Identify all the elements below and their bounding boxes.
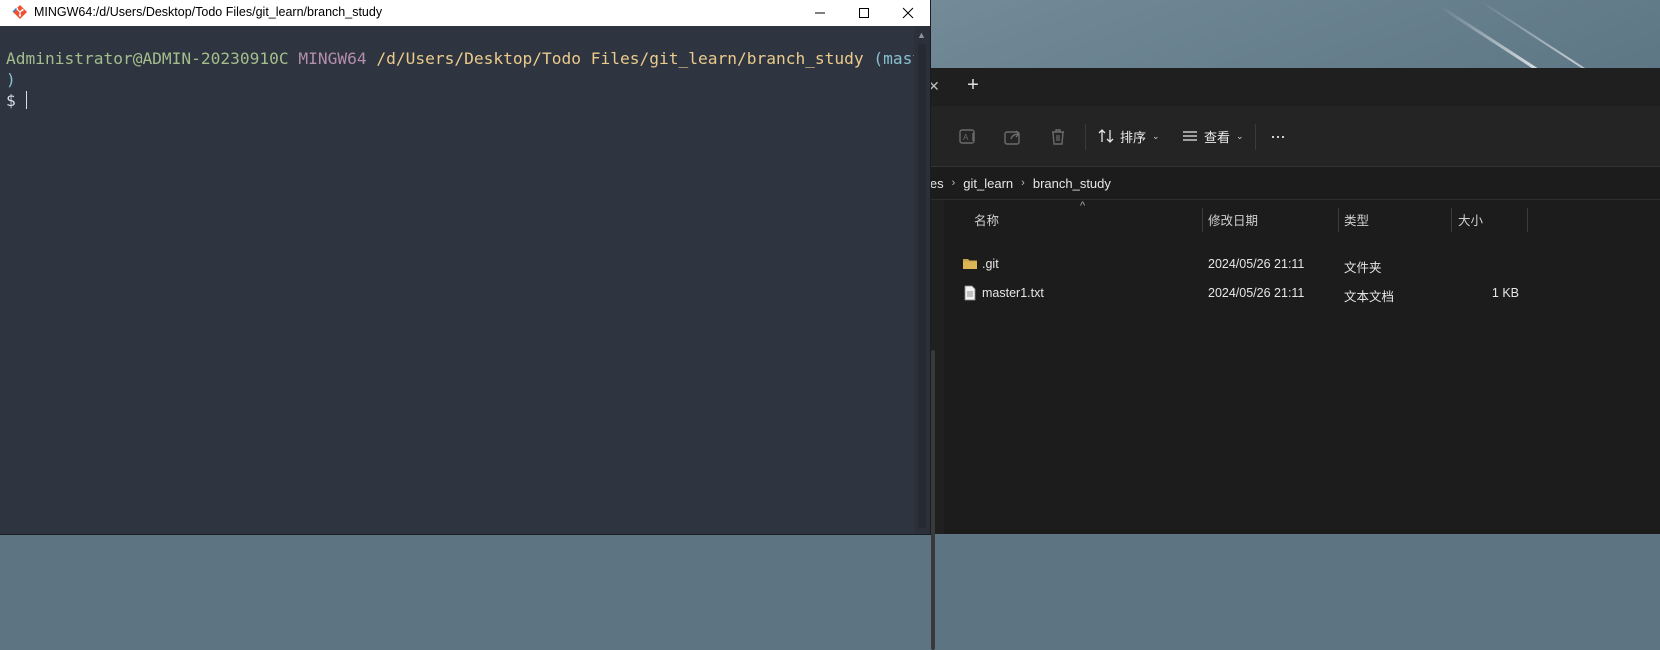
column-header-modified[interactable]: 修改日期 (1208, 200, 1258, 238)
explorer-tab-bar: ✕ + (928, 68, 1660, 106)
prompt-user-host: Administrator@ADMIN-20230910C (6, 49, 289, 68)
svg-text:A: A (963, 133, 969, 142)
file-type: 文本文档 (1344, 290, 1395, 304)
sort-arrows-icon (1098, 129, 1114, 143)
input-line[interactable]: $ (6, 90, 27, 111)
view-list-icon (1183, 131, 1197, 141)
sort-button[interactable]: 排序 ⌄ (1098, 122, 1160, 150)
file-name: .git (982, 257, 999, 271)
chevron-down-icon: ⌄ (1152, 130, 1160, 141)
terminal-scrollbar[interactable]: ▲ (914, 26, 930, 534)
rename-icon[interactable]: A (957, 126, 979, 148)
file-name: master1.txt (982, 286, 1044, 300)
column-header-size[interactable]: 大小 (1458, 200, 1483, 238)
column-header-name[interactable]: 名称 (974, 200, 999, 238)
prompt-path: /d/Users/Desktop/Todo Files/git_learn/br… (376, 49, 864, 68)
breadcrumb-separator-icon: › (1021, 177, 1025, 189)
prompt-symbol: $ (6, 91, 16, 110)
sort-label: 排序 (1120, 129, 1147, 145)
new-tab-button[interactable]: + (963, 75, 983, 95)
more-options-button[interactable]: ··· (1270, 122, 1286, 150)
prompt-system: MINGW64 (298, 49, 367, 68)
scrollbar-track[interactable] (918, 44, 926, 528)
git-logo-icon (12, 4, 28, 20)
terminal-output[interactable]: Administrator@ADMIN-20230910C MINGW64 /d… (0, 26, 914, 534)
breadcrumb: les › git_learn › branch_study (927, 167, 1660, 200)
breadcrumb-item-git-learn[interactable]: git_learn (963, 176, 1013, 191)
text-file-icon (962, 285, 978, 301)
minimize-icon (815, 12, 825, 14)
column-divider[interactable] (1451, 208, 1452, 232)
file-row[interactable]: master1.txt 2024/05/26 21:11 文本文档 1 KB (944, 279, 1564, 307)
view-label: 查看 (1204, 129, 1231, 145)
navigation-pane-edge (930, 200, 944, 650)
toolbar-divider (1255, 124, 1256, 150)
close-button[interactable] (886, 0, 930, 26)
navigation-scrollbar[interactable] (931, 350, 935, 650)
terminal-titlebar[interactable]: MINGW64:/d/Users/Desktop/Todo Files/git_… (0, 0, 930, 26)
column-divider[interactable] (1527, 208, 1528, 232)
git-bash-window: MINGW64:/d/Users/Desktop/Todo Files/git_… (0, 0, 930, 534)
prompt-line: Administrator@ADMIN-20230910C MINGW64 /d… (6, 48, 914, 69)
column-header-type[interactable]: 类型 (1344, 200, 1369, 238)
scroll-up-arrow-icon[interactable]: ▲ (917, 30, 926, 40)
maximize-button[interactable] (842, 0, 886, 26)
column-divider[interactable] (1202, 208, 1203, 232)
column-divider[interactable] (1338, 208, 1339, 232)
minimize-button[interactable] (798, 0, 842, 26)
file-modified: 2024/05/26 21:11 (1208, 286, 1305, 300)
breadcrumb-item-branch-study[interactable]: branch_study (1033, 176, 1111, 191)
text-cursor (25, 91, 27, 109)
prompt-branch: (master (873, 49, 914, 68)
window-title: MINGW64:/d/Users/Desktop/Todo Files/git_… (34, 5, 383, 19)
close-icon (902, 7, 914, 19)
folder-icon (962, 256, 978, 272)
share-icon[interactable] (1002, 126, 1024, 148)
file-modified: 2024/05/26 21:11 (1208, 257, 1305, 271)
chevron-down-icon: ⌄ (1236, 130, 1244, 141)
toolbar-divider (1085, 124, 1086, 150)
breadcrumb-separator-icon: › (951, 177, 956, 189)
file-size: 1 KB (1491, 286, 1519, 300)
prompt-branch-close: ) (6, 70, 16, 89)
more-icon: ··· (1270, 125, 1286, 146)
file-explorer-window: ✕ + A 排序 ⌄ 查看 ⌄ ··· les › git_learn › br… (927, 68, 1660, 650)
view-button[interactable]: 查看 ⌄ (1182, 122, 1244, 150)
explorer-command-bar: A 排序 ⌄ 查看 ⌄ ··· (930, 106, 1660, 167)
maximize-icon (859, 8, 869, 18)
file-row[interactable]: .git 2024/05/26 21:11 文件夹 (944, 250, 1564, 278)
delete-icon[interactable] (1047, 126, 1069, 148)
file-type: 文件夹 (1344, 261, 1382, 275)
sort-ascending-icon: ^ (1080, 200, 1086, 212)
